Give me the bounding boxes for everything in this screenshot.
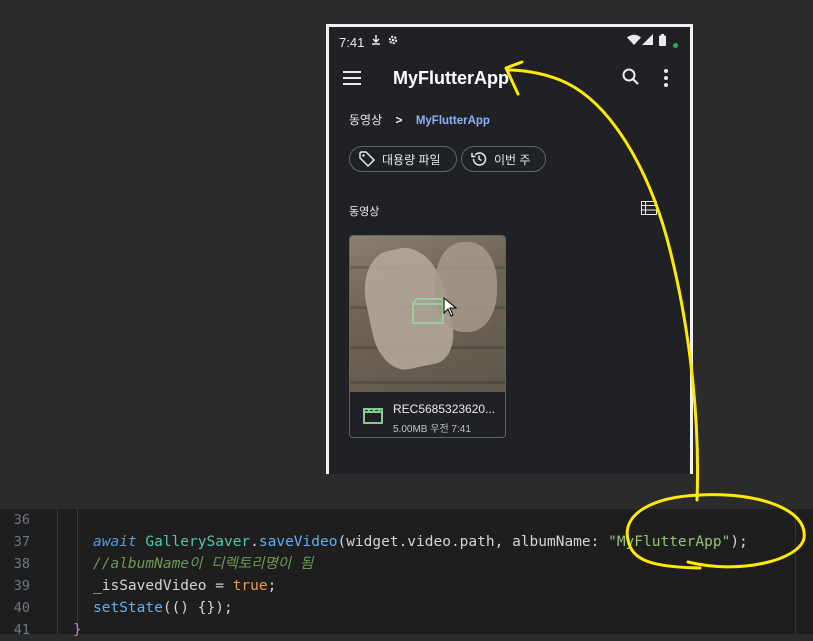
tag-icon <box>359 151 376 168</box>
line-number: 41 <box>13 622 30 638</box>
code-line-41[interactable]: } <box>73 619 82 641</box>
search-icon[interactable] <box>621 67 645 91</box>
code-token-string: "MyFlutterApp" <box>608 534 731 550</box>
section-label: 동영상 <box>349 206 380 218</box>
code-line-40[interactable]: setState(() {}); <box>93 597 233 619</box>
code-editor[interactable]: 36 37 38 39 40 41 await GallerySaver.sav… <box>0 509 813 638</box>
battery-icon <box>659 34 666 49</box>
video-file-card[interactable]: REC5685323620... 5.00MB 우전 7:41 <box>349 235 506 438</box>
breadcrumb: 동영상 > MyFlutterApp <box>349 111 490 128</box>
code-line-38[interactable]: //albumName이 디렉토리명이 됨 <box>93 553 313 575</box>
breadcrumb-separator: > <box>395 113 403 127</box>
code-token-args: (widget.video.path, albumName: <box>337 534 609 550</box>
line-number: 36 <box>13 512 30 528</box>
chip-large-files-label: 대용량 파일 <box>382 152 441 167</box>
breadcrumb-current: MyFlutterApp <box>415 115 490 127</box>
code-token-class: GallerySaver <box>145 534 251 550</box>
file-meta: REC5685323620... 5.00MB 우전 7:41 <box>350 392 505 437</box>
code-token-dot: . <box>250 534 259 550</box>
line-number: 40 <box>13 600 30 616</box>
phone-screenshot: 7:41 MyFlutterApp 동영상 > MyFlutterApp 대용량… <box>326 24 693 474</box>
history-icon <box>471 152 487 166</box>
line-number: 39 <box>13 578 30 594</box>
menu-icon[interactable] <box>343 71 361 85</box>
indent-guide <box>57 509 58 634</box>
code-token-assign: _isSavedVideo = <box>93 578 233 594</box>
movie-file-icon <box>363 408 383 428</box>
list-view-icon[interactable] <box>641 200 657 215</box>
indent-guide <box>77 509 78 634</box>
code-token-end: ); <box>730 534 748 550</box>
status-bar: 7:41 <box>329 27 690 55</box>
code-token-brace: } <box>73 622 82 638</box>
line-number: 38 <box>13 556 30 572</box>
notification-dot-icon <box>673 38 678 51</box>
status-time: 7:41 <box>339 35 365 50</box>
mouse-cursor-icon <box>443 296 458 321</box>
code-token-bool: true <box>232 578 268 594</box>
app-bar: MyFlutterApp <box>329 57 690 107</box>
scrollbar-track[interactable] <box>795 509 796 634</box>
chip-this-week[interactable]: 이번 주 <box>461 146 546 172</box>
code-token-method: setState <box>93 600 163 616</box>
line-number: 37 <box>13 534 30 550</box>
code-line-37[interactable]: await GallerySaver.saveVideo(widget.vide… <box>93 531 748 553</box>
code-token-await: await <box>93 534 137 550</box>
wifi-icon <box>627 34 641 48</box>
more-options-icon[interactable] <box>663 69 669 89</box>
code-token-args: (() {}); <box>162 600 233 616</box>
code-line-39[interactable]: _isSavedVideo = true; <box>93 575 276 597</box>
code-token-method: saveVideo <box>258 534 338 550</box>
chip-large-files[interactable]: 대용량 파일 <box>349 146 457 172</box>
chip-this-week-label: 이번 주 <box>494 152 531 167</box>
code-token-end: ; <box>267 578 277 594</box>
download-status-icon <box>371 34 381 49</box>
breadcrumb-root[interactable]: 동영상 <box>349 113 382 127</box>
line-number-gutter: 36 37 38 39 40 41 <box>0 509 44 641</box>
phone-screen: 7:41 MyFlutterApp 동영상 > MyFlutterApp 대용량… <box>329 27 690 474</box>
cell-signal-icon <box>642 34 653 48</box>
app-title: MyFlutterApp <box>393 68 509 88</box>
movie-clapper-icon <box>412 298 444 328</box>
file-name: REC5685323620... <box>393 402 496 416</box>
settings-status-icon <box>387 34 399 49</box>
file-info: 5.00MB 우전 7:41 <box>393 424 471 435</box>
video-thumbnail <box>350 236 505 392</box>
